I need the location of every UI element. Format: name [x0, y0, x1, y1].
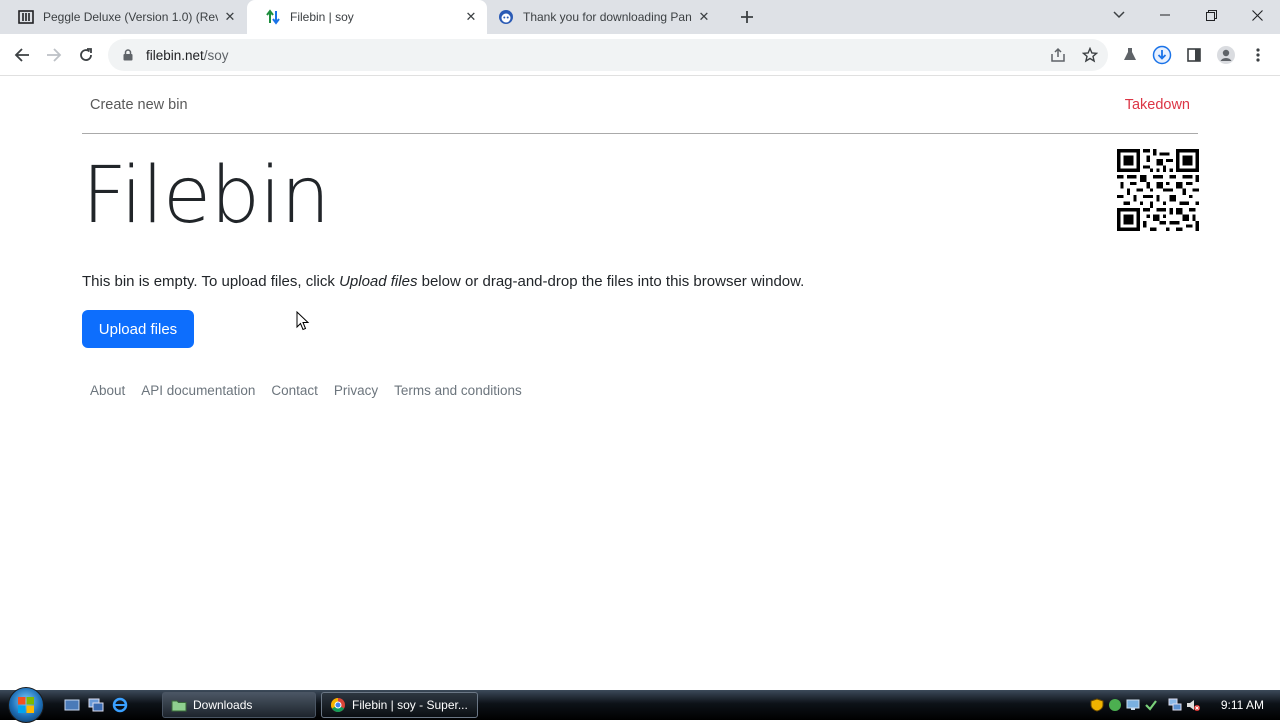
back-button[interactable]: [6, 39, 38, 71]
footer-link-contact[interactable]: Contact: [271, 383, 318, 398]
volume-muted-icon[interactable]: [1186, 698, 1200, 712]
profile-avatar-icon[interactable]: [1210, 39, 1242, 71]
close-icon[interactable]: ✕: [222, 9, 238, 25]
create-new-bin-link[interactable]: Create new bin: [90, 97, 188, 113]
share-icon[interactable]: [1042, 39, 1074, 71]
update-check-icon[interactable]: [1144, 698, 1158, 712]
url-path: /soy: [203, 47, 229, 63]
tab-title: Peggle Deluxe (Version 1.0) (Revi: [43, 10, 218, 24]
extensions-flask-icon[interactable]: [1114, 39, 1146, 71]
tab-search-icon[interactable]: [1096, 0, 1142, 30]
footer-link-terms[interactable]: Terms and conditions: [394, 383, 522, 398]
download-icon[interactable]: [1146, 39, 1178, 71]
tab-title: Thank you for downloading Pan: [523, 10, 692, 24]
takedown-link[interactable]: Takedown: [1125, 97, 1190, 113]
tab-title: Filebin | soy: [290, 10, 354, 24]
upload-files-button[interactable]: Upload files: [82, 310, 194, 348]
close-window-icon[interactable]: [1234, 0, 1280, 30]
chrome-icon: [331, 698, 345, 712]
qr-code-icon: [1117, 149, 1199, 231]
taskbar-item-filebin[interactable]: Filebin | soy - Super...: [321, 692, 478, 718]
restore-icon[interactable]: [1188, 0, 1234, 30]
taskbar: Downloads Filebin | soy - Super... 9:11 …: [0, 687, 1280, 723]
menu-kebab-icon[interactable]: [1242, 39, 1274, 71]
display-icon[interactable]: [1126, 698, 1140, 712]
footer-link-api-documentation[interactable]: API documentation: [141, 383, 255, 398]
close-icon[interactable]: ✕: [463, 9, 479, 25]
tab-strip: Peggle Deluxe (Version 1.0) (Revi ✕ File…: [0, 0, 1280, 34]
close-icon[interactable]: ✕: [696, 9, 712, 25]
system-clock[interactable]: 9:11 AM: [1221, 698, 1264, 712]
switch-windows-icon[interactable]: [88, 697, 104, 713]
show-desktop-icon[interactable]: [64, 697, 80, 713]
tab-peggle[interactable]: Peggle Deluxe (Version 1.0) (Revi ✕: [0, 0, 246, 34]
page-content: Create new bin Takedown Filebin This bin…: [0, 77, 1280, 690]
notice-emphasis: Upload files: [339, 273, 418, 290]
browser-toolbar: filebin.net/soy: [0, 34, 1280, 76]
tab-filebin[interactable]: Filebin | soy ✕: [247, 0, 487, 34]
filebin-arrows-icon: [265, 9, 281, 25]
url-text: filebin.net/soy: [146, 48, 229, 63]
bookmark-star-icon[interactable]: [1074, 39, 1106, 71]
top-navigation: Create new bin Takedown: [82, 77, 1198, 134]
mouse-cursor-icon: [296, 311, 310, 331]
task-label: Filebin | soy - Super...: [352, 698, 468, 712]
task-label: Downloads: [193, 698, 253, 712]
minimize-icon[interactable]: [1142, 0, 1188, 30]
internet-explorer-icon[interactable]: [112, 697, 128, 713]
side-panel-icon[interactable]: [1178, 39, 1210, 71]
footer-links: About API documentation Contact Privacy …: [90, 383, 538, 398]
reload-button[interactable]: [70, 39, 102, 71]
taskbar-item-downloads[interactable]: Downloads: [162, 692, 316, 718]
network-icon[interactable]: [1108, 698, 1122, 712]
page-title: Filebin: [82, 151, 330, 241]
folder-icon: [171, 700, 187, 712]
new-tab-button[interactable]: [736, 6, 758, 28]
footer-link-about[interactable]: About: [90, 383, 125, 398]
network-computers-icon[interactable]: [1168, 698, 1182, 712]
footer-link-privacy[interactable]: Privacy: [334, 383, 378, 398]
start-button[interactable]: [8, 687, 44, 723]
notice-text-start: This bin is empty. To upload files, clic…: [82, 273, 340, 290]
library-icon: [18, 9, 34, 25]
lock-icon[interactable]: [120, 47, 136, 63]
notice-text-end: below or drag-and-drop the files into th…: [417, 273, 805, 290]
tab-panda[interactable]: Thank you for downloading Pan ✕: [488, 0, 720, 34]
address-bar[interactable]: filebin.net/soy: [108, 39, 1108, 71]
panda-icon: [498, 9, 514, 25]
url-host: filebin.net: [146, 47, 204, 63]
security-shield-icon[interactable]: [1090, 698, 1104, 712]
forward-button[interactable]: [38, 39, 70, 71]
empty-bin-notice: This bin is empty. To upload files, clic…: [82, 273, 804, 290]
